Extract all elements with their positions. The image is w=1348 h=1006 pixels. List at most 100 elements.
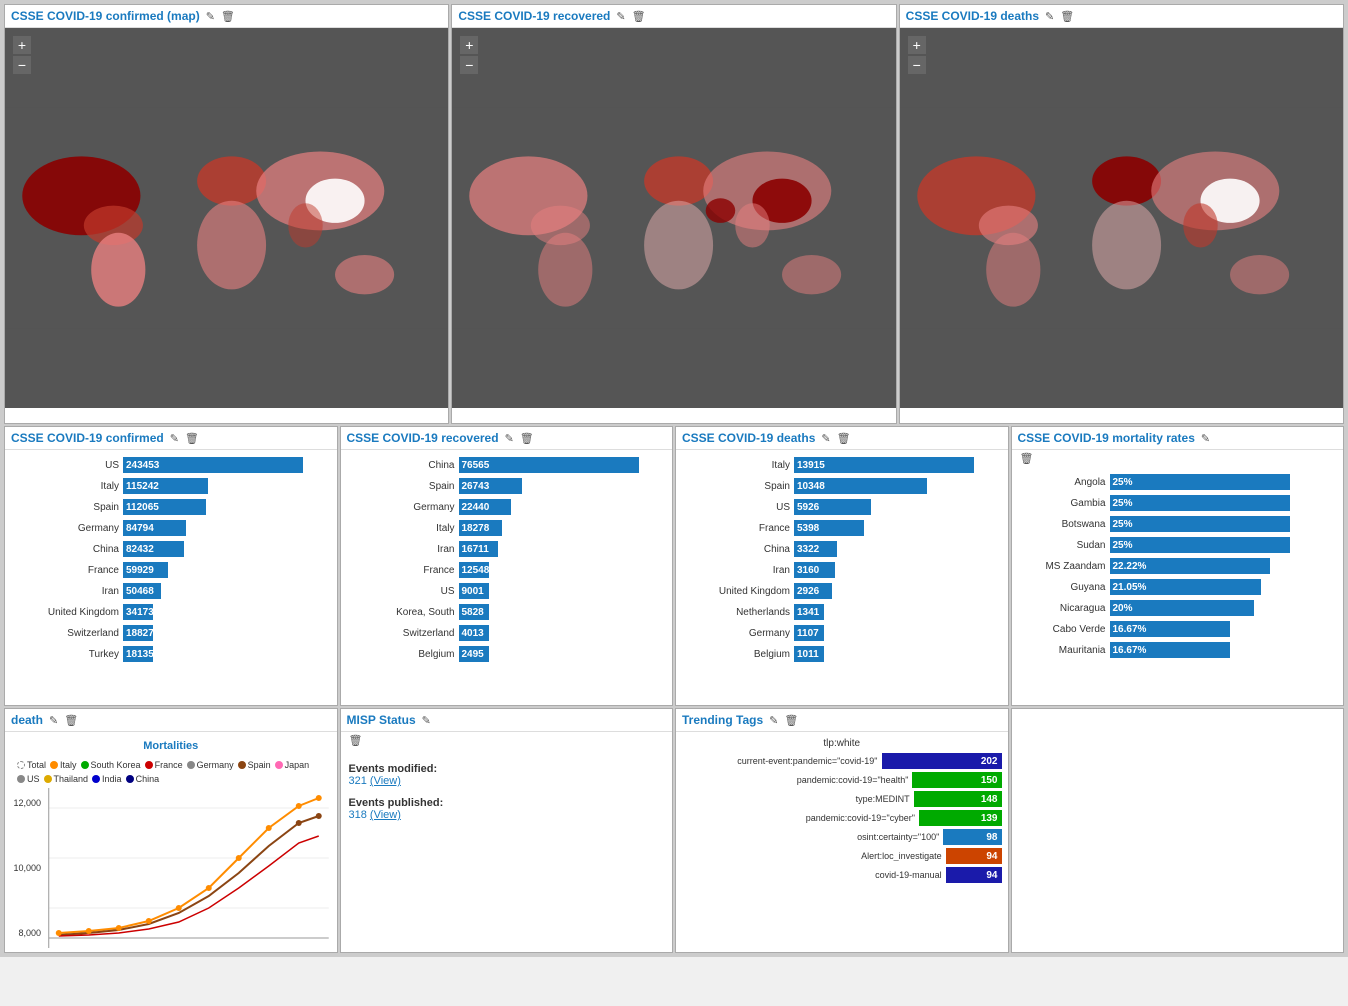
- table-row: Netherlands 1341: [684, 603, 1000, 621]
- bar: 115242: [123, 478, 208, 494]
- deaths-bar-delete[interactable]: 🗑: [837, 432, 851, 445]
- mortality-delete-row: 🗑: [1012, 450, 1344, 467]
- bar-label: Netherlands: [684, 607, 794, 618]
- table-row: US 243453: [13, 456, 329, 474]
- bar: 1341: [794, 604, 824, 620]
- bar-value: 16711: [462, 544, 489, 555]
- map-deaths-zoom-out[interactable]: −: [908, 56, 926, 74]
- bar: 18827: [123, 625, 153, 641]
- bar: 82432: [123, 541, 184, 557]
- bar-value: 59929: [126, 565, 154, 576]
- bar-label: US: [13, 460, 123, 471]
- table-row: Guyana 21.05%: [1020, 578, 1336, 596]
- bar: 18135: [123, 646, 153, 662]
- map-recovered-zoom-out[interactable]: −: [460, 56, 478, 74]
- bar-wrap: 16711: [459, 541, 665, 557]
- map-deaths-panel: CSSE COVID-19 deaths ✎ 🗑 + −: [899, 4, 1344, 424]
- bar-value: 34173: [126, 607, 154, 618]
- bar-label: US: [349, 586, 459, 597]
- map-deaths-svg: [900, 28, 1343, 408]
- table-row: Iran 16711: [349, 540, 665, 558]
- legend-dot: [81, 761, 89, 769]
- confirmed-bar-delete[interactable]: 🗑: [185, 432, 199, 445]
- bar-wrap: 3160: [794, 562, 1000, 578]
- list-item: current-event:pandemic="covid-19" 202: [682, 753, 1002, 769]
- bar-label: Belgium: [349, 649, 459, 660]
- death-chart-delete[interactable]: 🗑: [64, 714, 78, 727]
- legend-dot: [145, 761, 153, 769]
- bar: 5926: [794, 499, 871, 515]
- map-recovered-panel: CSSE COVID-19 recovered ✎ 🗑 + −: [451, 4, 896, 424]
- map-confirmed-edit[interactable]: ✎: [206, 10, 215, 23]
- misp-delete[interactable]: 🗑: [349, 735, 363, 747]
- bar: 112065: [123, 499, 206, 515]
- map-deaths-zoom-in[interactable]: +: [908, 36, 926, 54]
- trending-edit[interactable]: ✎: [769, 714, 778, 727]
- mortality-edit[interactable]: ✎: [1201, 432, 1210, 445]
- bar-value: 243453: [126, 460, 159, 471]
- bar-wrap: 34173: [123, 604, 329, 620]
- table-row: Spain 26743: [349, 477, 665, 495]
- map-deaths-zoom: + −: [908, 36, 926, 74]
- bar-label: China: [13, 544, 123, 555]
- table-row: China 3322: [684, 540, 1000, 558]
- table-row: Iran 3160: [684, 561, 1000, 579]
- misp-events-published-value: 318: [349, 809, 367, 821]
- table-row: United Kingdom 34173: [13, 603, 329, 621]
- bar-label: Spain: [684, 481, 794, 492]
- map-recovered-edit[interactable]: ✎: [616, 10, 625, 23]
- bar-value: 22.22%: [1113, 561, 1147, 572]
- bar-value: 2926: [797, 586, 819, 597]
- map-confirmed-delete[interactable]: 🗑: [221, 10, 235, 23]
- bar: 1011: [794, 646, 824, 662]
- map-deaths-delete[interactable]: 🗑: [1060, 10, 1074, 23]
- legend-item: Germany: [187, 760, 234, 770]
- table-row: United Kingdom 2926: [684, 582, 1000, 600]
- bar-wrap: 16.67%: [1110, 621, 1336, 637]
- misp-edit[interactable]: ✎: [422, 714, 431, 727]
- misp-events-published-value-row: 318 (View): [349, 809, 665, 821]
- table-row: Mauritania 16.67%: [1020, 641, 1336, 659]
- bar-label: Italy: [684, 460, 794, 471]
- bar-value: 76565: [462, 460, 490, 471]
- confirmed-bar-edit[interactable]: ✎: [170, 432, 179, 445]
- map-deaths-edit[interactable]: ✎: [1045, 10, 1054, 23]
- misp-events-modified-link[interactable]: (View): [370, 775, 401, 787]
- deaths-bar-edit[interactable]: ✎: [821, 432, 830, 445]
- bar-wrap: 22.22%: [1110, 558, 1336, 574]
- bar-wrap: 2926: [794, 583, 1000, 599]
- bar: 26743: [459, 478, 522, 494]
- map-confirmed-header: CSSE COVID-19 confirmed (map) ✎ 🗑: [5, 5, 448, 28]
- misp-header: MISP Status ✎: [341, 709, 673, 732]
- bar-wrap: 25%: [1110, 516, 1336, 532]
- map-recovered-delete[interactable]: 🗑: [632, 10, 646, 23]
- trending-tlp: tlp:white: [682, 738, 1002, 749]
- map-recovered-title: CSSE COVID-19 recovered: [458, 9, 610, 23]
- misp-events-published-link[interactable]: (View): [370, 809, 401, 821]
- misp-events-modified-value-row: 321 (View): [349, 775, 665, 787]
- bar-label: Nicaragua: [1020, 603, 1110, 614]
- table-row: Iran 50468: [13, 582, 329, 600]
- recovered-bar-edit[interactable]: ✎: [505, 432, 514, 445]
- bar-wrap: 12548: [459, 562, 665, 578]
- bar-label: Guyana: [1020, 582, 1110, 593]
- table-row: China 82432: [13, 540, 329, 558]
- map-confirmed-zoom-out[interactable]: −: [13, 56, 31, 74]
- legend-dot: [44, 775, 52, 783]
- legend-label: India: [102, 774, 122, 784]
- bar-label: France: [13, 565, 123, 576]
- mortality-delete[interactable]: 🗑: [1012, 453, 1034, 465]
- legend-dot: [92, 775, 100, 783]
- recovered-bar-delete[interactable]: 🗑: [520, 432, 534, 445]
- bar: 10348: [794, 478, 927, 494]
- trending-delete[interactable]: 🗑: [784, 714, 798, 727]
- bar: 25%: [1110, 537, 1290, 553]
- death-chart-edit[interactable]: ✎: [49, 714, 58, 727]
- map-confirmed-zoom-in[interactable]: +: [13, 36, 31, 54]
- bar-wrap: 1107: [794, 625, 1000, 641]
- map-recovered-zoom-in[interactable]: +: [460, 36, 478, 54]
- deaths-bar-panel: CSSE COVID-19 deaths ✎ 🗑 Italy 13915 Spa…: [675, 426, 1009, 706]
- map-confirmed-zoom: + −: [13, 36, 31, 74]
- list-item: pandemic:covid-19="health" 150: [682, 772, 1002, 788]
- bar-label: Iran: [13, 586, 123, 597]
